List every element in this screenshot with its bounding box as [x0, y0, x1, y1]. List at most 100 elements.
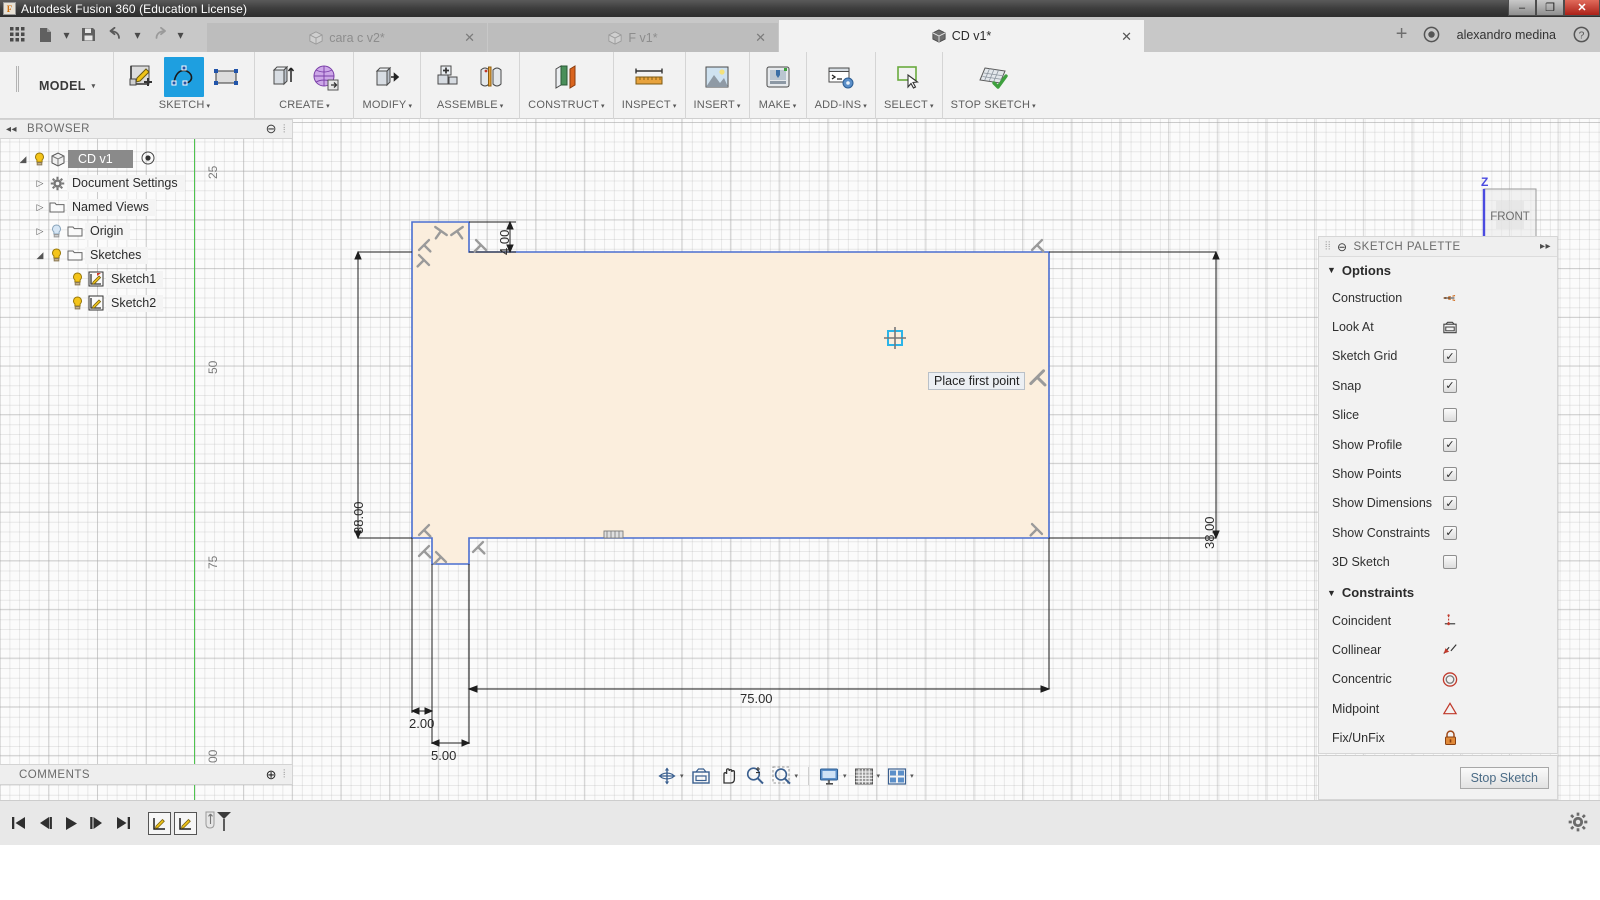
chevron-down-icon[interactable]: ▾ [680, 772, 684, 780]
new-component-icon[interactable] [429, 57, 469, 97]
help-icon[interactable]: ? [1568, 20, 1594, 50]
ribbon-group-label-sketch[interactable]: SKETCH ▾ [159, 99, 211, 111]
undo-caret-icon[interactable]: ▾ [131, 20, 144, 50]
step-back-icon[interactable] [32, 809, 58, 837]
tree-item-sketch1[interactable]: Sketch1 [0, 267, 293, 291]
show-profile-checkbox[interactable]: ✓ [1443, 437, 1457, 452]
mesh-create-icon[interactable] [305, 57, 345, 97]
step-forward-icon[interactable] [84, 809, 110, 837]
close-button[interactable]: ✕ [1564, 0, 1600, 16]
redo-icon[interactable] [146, 20, 172, 50]
palette-row-show-points[interactable]: Show Points ✓ [1319, 459, 1557, 488]
viewports-button[interactable]: ▾ [885, 764, 916, 788]
create-sketch-icon[interactable] [122, 57, 162, 97]
minimize-panel-icon[interactable]: ⊖ [1337, 240, 1348, 254]
light-bulb-icon[interactable] [47, 248, 65, 262]
minimize-button[interactable]: – [1508, 0, 1536, 16]
light-bulb-icon[interactable] [30, 152, 48, 166]
clock-icon[interactable] [1419, 20, 1445, 50]
scripts-addins-icon[interactable] [821, 57, 861, 97]
collapse-left-icon[interactable]: ◂◂ [6, 124, 17, 135]
midpoint-constraint-icon[interactable] [1442, 701, 1458, 716]
display-settings-button[interactable]: ▾ [817, 764, 849, 788]
stop-sketch-button[interactable]: Stop Sketch [1459, 766, 1549, 789]
panel-grip-icon[interactable]: ⦙⦙ [1325, 240, 1331, 253]
dimension-2[interactable]: 2.00 [409, 716, 434, 731]
skip-end-icon[interactable] [110, 809, 136, 837]
tree-item-sketches[interactable]: ◢ Sketches [0, 243, 293, 267]
measure-icon[interactable] [629, 57, 669, 97]
skip-start-icon[interactable] [6, 809, 32, 837]
document-tab-0[interactable]: cara c v2* ✕ [207, 23, 487, 52]
add-comment-icon[interactable]: ⊕ [266, 767, 277, 783]
3d-sketch-checkbox[interactable] [1443, 555, 1457, 570]
timeline-feature-sketch1[interactable] [148, 811, 171, 835]
grid-snaps-button[interactable]: ▾ [852, 764, 883, 788]
stop-sketch-icon[interactable] [973, 57, 1013, 97]
dimension-75[interactable]: 75.00 [740, 691, 773, 706]
palette-row-construction[interactable]: Construction [1319, 283, 1557, 312]
palette-row-show-dimensions[interactable]: Show Dimensions ✓ [1319, 489, 1557, 518]
undo-icon[interactable] [103, 20, 129, 50]
redo-caret-icon[interactable]: ▾ [174, 20, 187, 50]
show-dimensions-checkbox[interactable]: ✓ [1443, 496, 1457, 511]
close-icon[interactable]: ✕ [755, 30, 766, 46]
light-bulb-icon[interactable] [47, 224, 65, 238]
dimension-notch-4[interactable]: 4.00 [497, 230, 512, 255]
ribbon-group-label-modify[interactable]: MODIFY ▾ [362, 99, 412, 111]
maximize-button[interactable]: ❐ [1536, 0, 1564, 16]
new-document-caret-icon[interactable]: ▾ [60, 20, 73, 50]
expand-arrow-icon[interactable]: ▷ [33, 178, 47, 189]
press-pull-icon[interactable] [367, 57, 407, 97]
palette-row-concentric[interactable]: Concentric [1319, 665, 1557, 694]
minimize-panel-icon[interactable]: ⊖ [266, 121, 277, 137]
ribbon-group-label-select[interactable]: SELECT ▾ [884, 99, 934, 111]
ribbon-group-label-create[interactable]: CREATE ▾ [279, 99, 330, 111]
tree-item-cd-v1[interactable]: ◢ CD v1 [0, 147, 293, 171]
expand-arrow-icon[interactable]: ▷ [33, 226, 47, 237]
ribbon-group-label-inspect[interactable]: INSPECT ▾ [622, 99, 677, 111]
show-points-checkbox[interactable]: ✓ [1443, 467, 1457, 482]
timeline-feature-sketch2[interactable] [174, 811, 197, 835]
new-document-icon[interactable] [32, 20, 58, 50]
activate-component-icon[interactable] [141, 151, 155, 168]
ribbon-group-label-assemble[interactable]: ASSEMBLE ▾ [437, 99, 504, 111]
extrude-icon[interactable] [263, 57, 303, 97]
palette-row-fix-unfix[interactable]: Fix/UnFix [1319, 723, 1557, 752]
app-grid-icon[interactable] [4, 20, 30, 50]
sketch-grid-checkbox[interactable]: ✓ [1443, 349, 1457, 364]
chevron-down-icon[interactable]: ▾ [877, 772, 881, 780]
close-icon[interactable]: ✕ [1121, 29, 1132, 45]
collinear-constraint-icon[interactable] [1442, 642, 1458, 657]
ribbon-group-label-construct[interactable]: CONSTRUCT ▾ [528, 99, 605, 111]
ribbon-grip[interactable] [16, 66, 19, 92]
palette-section-options[interactable]: ▼ Options [1319, 257, 1557, 283]
palette-row-3d-sketch[interactable]: 3D Sketch [1319, 548, 1557, 577]
document-tab-2[interactable]: CD v1* ✕ [779, 20, 1144, 52]
insert-image-icon[interactable] [697, 57, 737, 97]
slice-checkbox[interactable] [1443, 408, 1457, 423]
save-icon[interactable] [75, 20, 101, 50]
chevron-down-icon[interactable]: ▾ [910, 772, 914, 780]
palette-row-show-profile[interactable]: Show Profile ✓ [1319, 430, 1557, 459]
coincident-constraint-icon[interactable] [1442, 613, 1458, 628]
zoom-window-button[interactable]: ▾ [770, 764, 801, 788]
3d-print-icon[interactable] [758, 57, 798, 97]
palette-row-look-at[interactable]: Look At [1319, 312, 1557, 341]
palette-section-constraints[interactable]: ▼ Constraints [1319, 580, 1557, 606]
select-window-icon[interactable] [889, 57, 929, 97]
ribbon-group-label-stop-sketch[interactable]: STOP SKETCH ▾ [951, 99, 1036, 111]
joint-icon[interactable] [471, 57, 511, 97]
dimension-left-38[interactable]: 38.00 [351, 501, 366, 534]
tree-item-document-settings[interactable]: ▷ Document Settings [0, 171, 293, 195]
gear-icon[interactable] [1568, 812, 1588, 835]
pan-button[interactable] [716, 764, 740, 788]
chevron-down-icon[interactable]: ▾ [795, 772, 799, 780]
fix-unfix-constraint-icon[interactable] [1442, 730, 1458, 746]
light-bulb-icon[interactable] [68, 296, 86, 310]
offset-plane-icon[interactable] [546, 57, 586, 97]
ribbon-group-label-insert[interactable]: INSERT ▾ [694, 99, 741, 111]
rectangle-icon[interactable] [206, 57, 246, 97]
tree-item-named-views[interactable]: ▷ Named Views [0, 195, 293, 219]
snap-checkbox[interactable]: ✓ [1443, 378, 1457, 393]
